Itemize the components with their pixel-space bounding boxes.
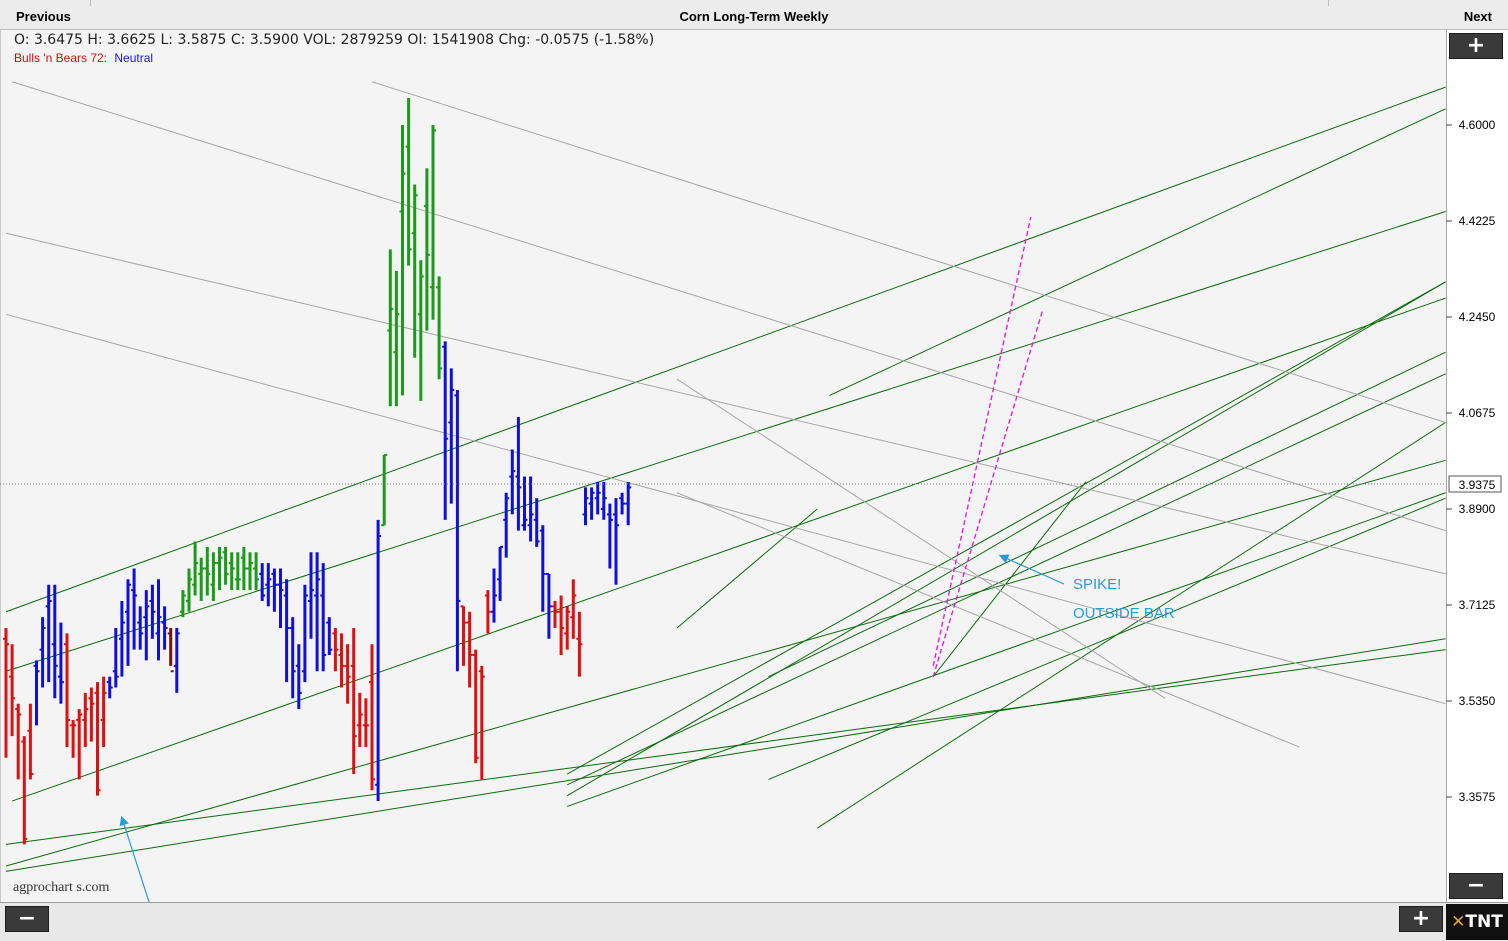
ohlc-readout: O: 3.6475 H: 3.6625 L: 3.5875 C: 3.5900 … [14, 32, 655, 48]
chart-title: Corn Long-Term Weekly [679, 9, 829, 24]
scroll-left-button[interactable]: − [5, 906, 49, 932]
next-button[interactable]: Next [1464, 9, 1492, 24]
logo-text: TNT [1465, 912, 1503, 932]
study-value: Neutral [114, 51, 154, 65]
top-bar: Previous Corn Long-Term Weekly Next [0, 0, 1508, 30]
zoom-out-button[interactable]: − [1449, 873, 1503, 899]
watermark: agprochart s.com [13, 880, 110, 895]
bottom-bar [0, 902, 1508, 941]
logo-mark: ✕ [1451, 912, 1466, 932]
chart-plot-area[interactable] [0, 30, 1446, 902]
study-label: Bulls 'n Bears 72: [14, 51, 108, 65]
scroll-right-button[interactable]: + [1399, 906, 1443, 932]
study-readout: Bulls 'n Bears 72: Neutral [14, 51, 153, 65]
zoom-in-button[interactable]: + [1449, 33, 1503, 59]
divider [90, 0, 91, 6]
divider [1328, 0, 1329, 6]
tnt-logo: ✕TNT [1446, 904, 1508, 940]
previous-button[interactable]: Previous [16, 9, 71, 24]
price-scale [1446, 30, 1508, 902]
